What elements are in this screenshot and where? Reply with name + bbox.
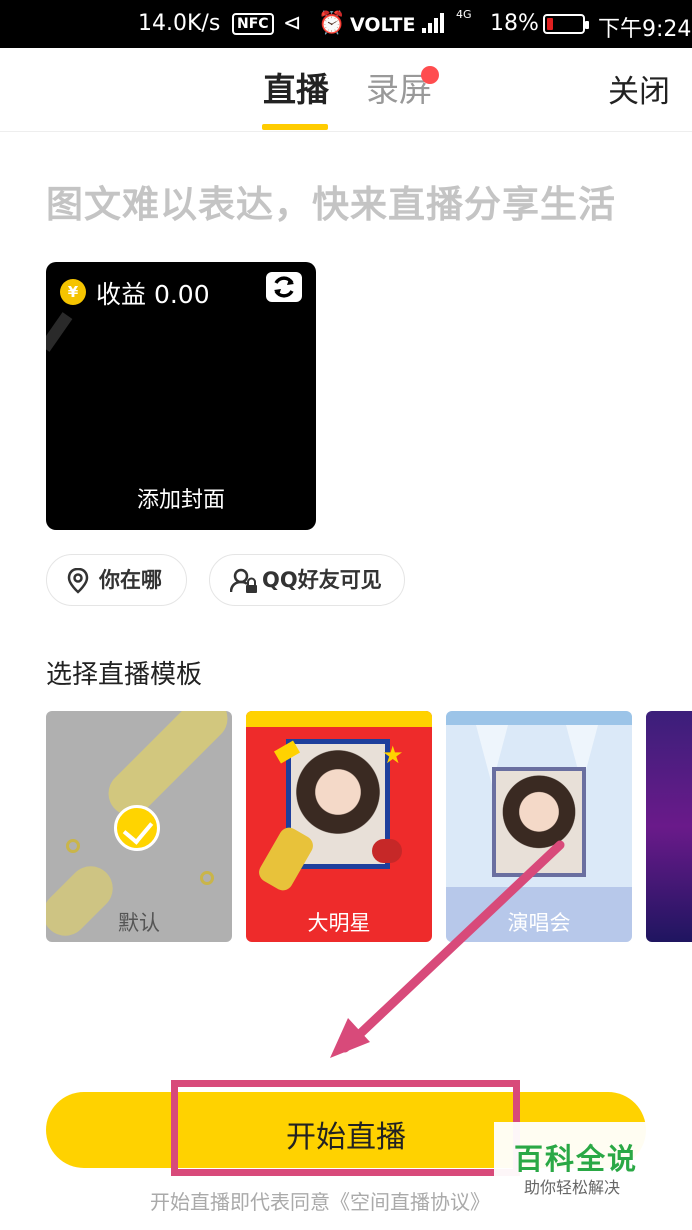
notification-badge: [421, 66, 439, 84]
location-label: 你在哪: [99, 568, 162, 592]
tab-live[interactable]: 直播: [263, 70, 329, 110]
mute-icon: ⊲: [283, 11, 302, 36]
star-icon: ★: [382, 741, 404, 769]
template-next-partial[interactable]: [646, 711, 692, 942]
microphone-icon: [372, 839, 402, 863]
template-label: 大明星: [307, 911, 371, 935]
network-speed: 14.0K/s: [138, 11, 221, 36]
status-bar: 14.0K/s NFC ⊲ ⏰ VOLTE 4G 18% 下午9:24: [0, 0, 692, 48]
cover-glare: [46, 312, 73, 352]
earnings-label: 收益 0.00: [96, 280, 210, 309]
decor-ring: [200, 871, 214, 885]
watermark: 百科全说 助你轻松解决: [494, 1122, 666, 1202]
close-button[interactable]: 关闭: [608, 72, 670, 112]
add-cover-button[interactable]: 添加封面: [46, 482, 316, 514]
battery-icon: [543, 14, 589, 34]
top-nav: 直播 录屏 关闭: [0, 48, 692, 132]
visibility-button[interactable]: QQ好友可见: [209, 554, 405, 606]
selected-check-icon: [114, 805, 160, 851]
volte-label: VOLTE: [350, 14, 416, 36]
template-label: 演唱会: [507, 911, 571, 935]
agreement-link[interactable]: 开始直播即代表同意《空间直播协议》: [150, 1186, 490, 1215]
template-section-title: 选择直播模板: [46, 660, 203, 690]
decor-ring: [66, 839, 80, 853]
active-tab-indicator: [262, 124, 328, 130]
cover-preview[interactable]: ¥ 收益 0.00 添加封面: [46, 262, 316, 530]
watermark-subtitle: 助你轻松解决: [524, 1178, 621, 1197]
decor-stripe: [99, 711, 232, 825]
signal-icon: [422, 11, 444, 33]
visibility-label: QQ好友可见: [262, 568, 382, 592]
template-concert[interactable]: 演唱会: [446, 711, 632, 942]
annotation-highlight-box: [171, 1080, 520, 1176]
watermark-title: 百科全说: [514, 1142, 639, 1176]
template-star[interactable]: ★ 大明星: [246, 711, 432, 942]
alarm-icon: ⏰: [318, 11, 346, 36]
decor-truss: [446, 711, 632, 725]
user-lock-icon: [230, 568, 257, 593]
template-label: 默认: [118, 911, 160, 935]
clock: 下午9:24: [598, 17, 692, 42]
coin-icon: ¥: [60, 279, 86, 305]
title-input[interactable]: 图文难以表达，快来直播分享生活: [46, 174, 616, 228]
decor-banner: [246, 711, 432, 727]
network-type: 4G: [456, 8, 472, 21]
photo-frame: [492, 767, 586, 877]
template-default[interactable]: 默认: [46, 711, 232, 942]
location-pin-icon: [67, 568, 89, 594]
location-button[interactable]: 你在哪: [46, 554, 187, 606]
switch-camera-icon[interactable]: [266, 272, 302, 302]
battery-percent: 18%: [490, 11, 539, 36]
nfc-icon: NFC: [232, 13, 274, 35]
